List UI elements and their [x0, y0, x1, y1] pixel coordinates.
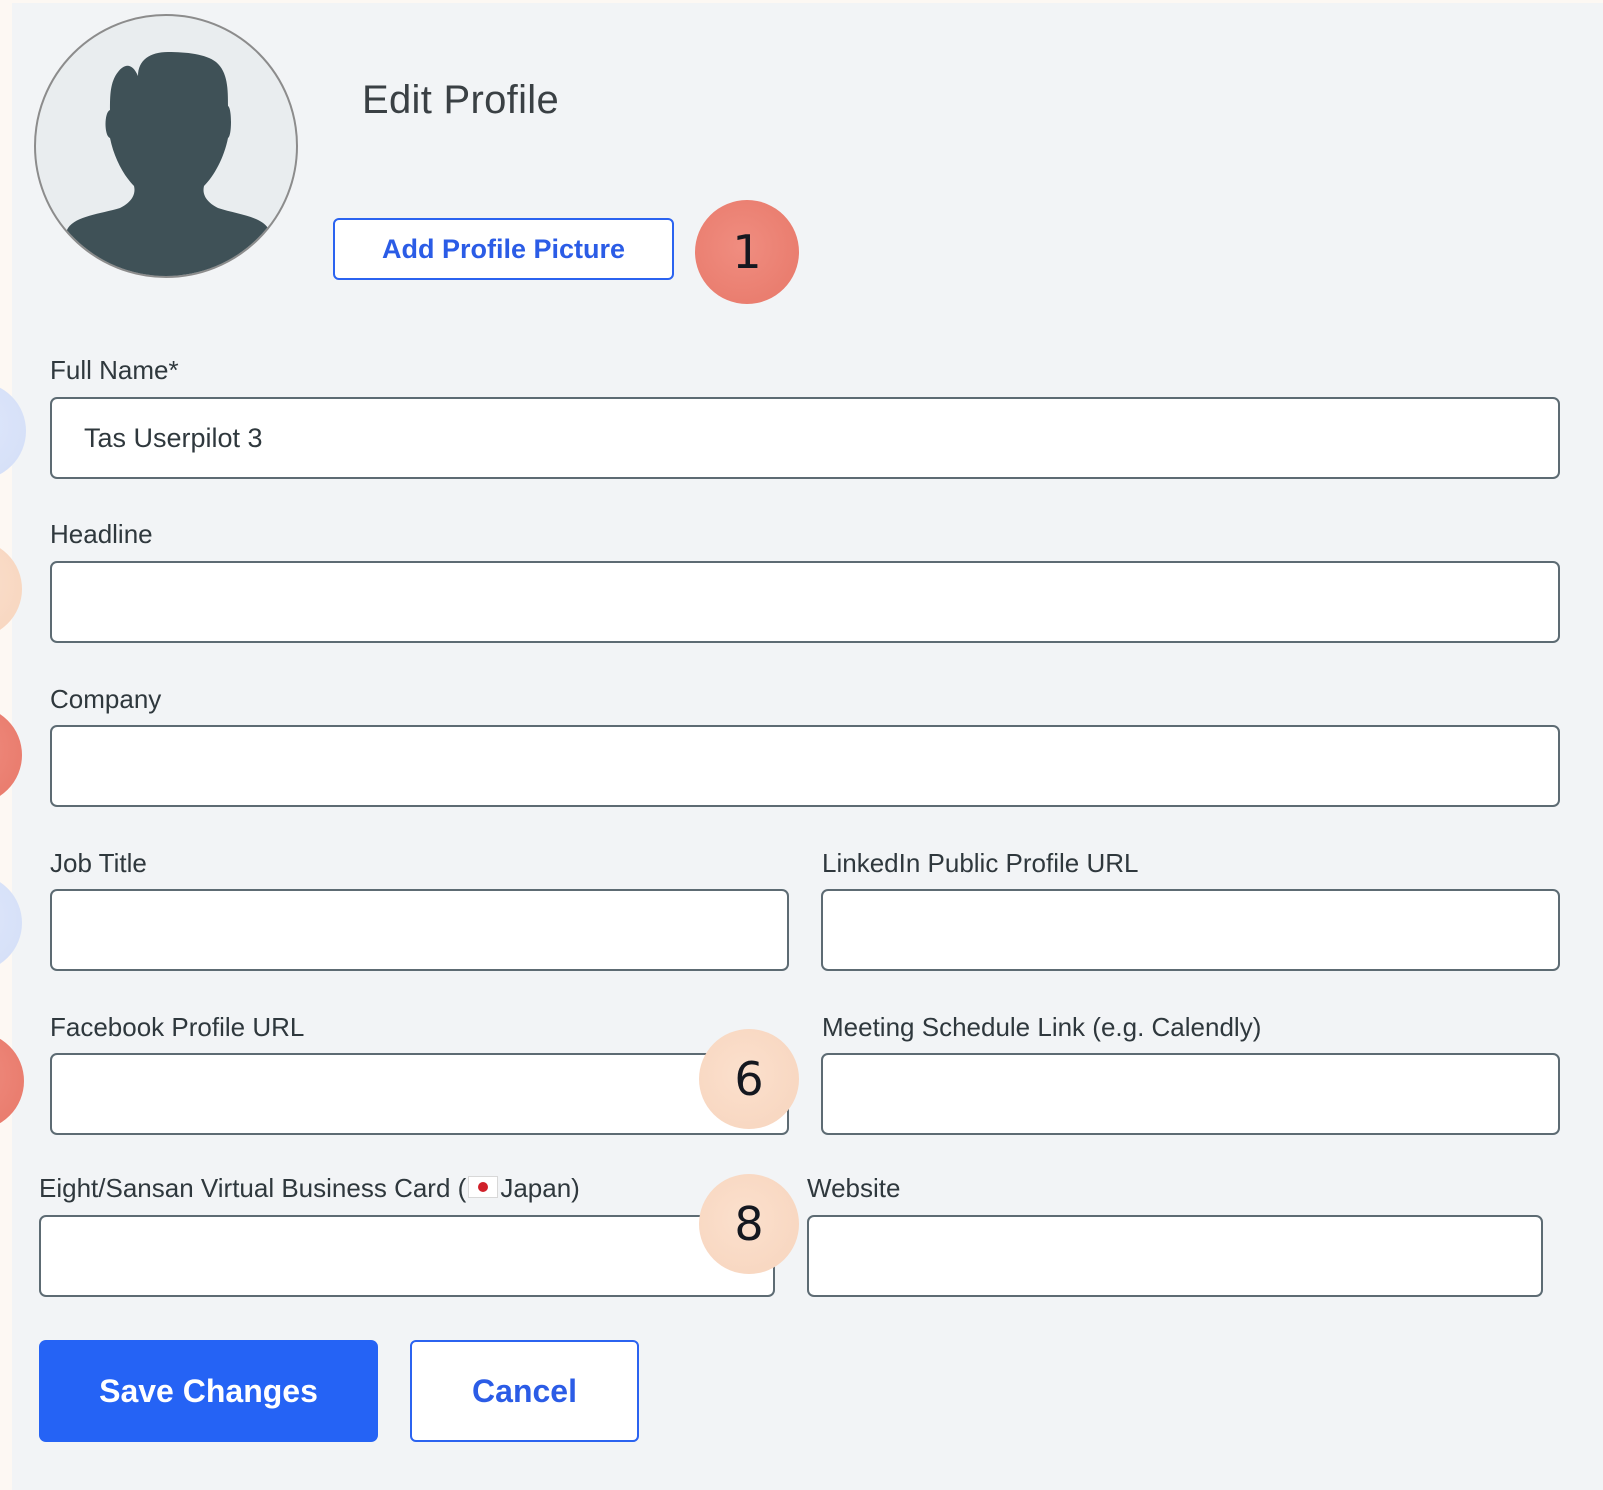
website-input[interactable]	[807, 1215, 1543, 1297]
company-label: Company	[50, 684, 162, 714]
meeting-link-label: Meeting Schedule Link (e.g. Calendly)	[822, 1012, 1262, 1042]
full-name-label: Full Name*	[50, 355, 179, 385]
headline-input[interactable]	[50, 561, 1560, 643]
website-label: Website	[807, 1173, 901, 1203]
person-silhouette-icon	[60, 52, 276, 276]
company-input[interactable]	[50, 725, 1560, 807]
avatar	[34, 14, 298, 278]
linkedin-input[interactable]	[821, 889, 1560, 971]
step-marker-8: 8	[699, 1174, 799, 1274]
eight-sansan-label-prefix: Eight/Sansan Virtual Business Card (	[39, 1173, 467, 1203]
full-name-input[interactable]	[50, 397, 1560, 479]
job-title-input[interactable]	[50, 889, 789, 971]
japan-flag-icon	[468, 1176, 499, 1198]
eight-sansan-input[interactable]	[39, 1215, 775, 1297]
headline-label: Headline	[50, 519, 153, 549]
job-title-label: Job Title	[50, 848, 147, 878]
step-marker-6: 6	[699, 1029, 799, 1129]
eight-sansan-label-suffix: Japan)	[500, 1173, 580, 1203]
add-profile-picture-button[interactable]: Add Profile Picture	[333, 218, 674, 280]
facebook-label: Facebook Profile URL	[50, 1012, 305, 1042]
linkedin-label: LinkedIn Public Profile URL	[822, 848, 1139, 878]
facebook-input[interactable]	[50, 1053, 789, 1135]
cancel-button[interactable]: Cancel	[410, 1340, 639, 1442]
page-title: Edit Profile	[362, 78, 560, 122]
meeting-link-input[interactable]	[821, 1053, 1560, 1135]
step-marker-1: 1	[695, 200, 799, 304]
save-changes-button[interactable]: Save Changes	[39, 1340, 378, 1442]
eight-sansan-label: Eight/Sansan Virtual Business Card ( Japa…	[39, 1173, 580, 1204]
